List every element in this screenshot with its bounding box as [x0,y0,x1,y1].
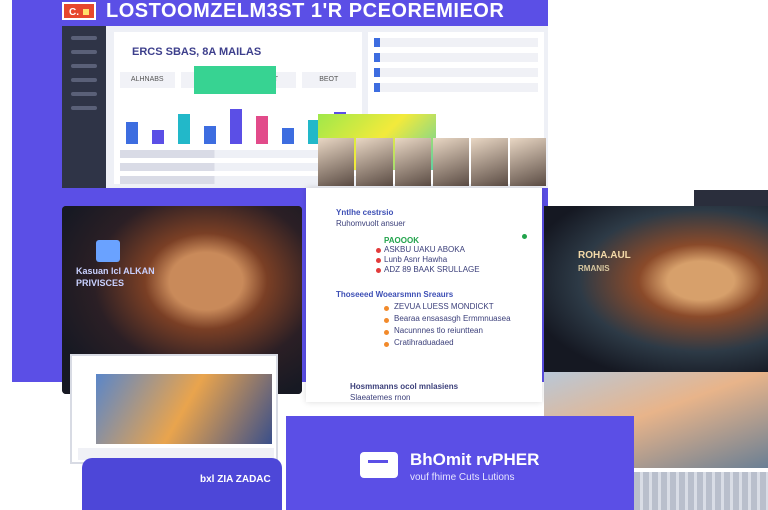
bullet-icon [384,330,389,335]
list-item[interactable] [374,83,538,92]
thumbnail[interactable] [471,138,508,186]
promo-left-label: bxl ZIA ZADAC [200,474,271,485]
bullet-icon [376,248,381,253]
bullet-icon [384,318,389,323]
sidebar-item[interactable] [71,64,97,68]
doc-footer: Hosmmanns ocol mnlasiens [350,382,459,391]
brand-logo[interactable]: C. [62,2,96,20]
list-item[interactable] [374,38,538,47]
bullet-icon [376,258,381,263]
doc-line: Bearaa ensasasgh Ermmnuasea [394,314,511,323]
thumbnail-strip [318,138,546,186]
thumbnail[interactable] [318,138,355,186]
highlight-tile[interactable] [194,66,276,94]
thumbnail[interactable] [509,138,546,186]
doc-line: Cratihraduadaed [394,338,454,347]
thumbnail[interactable] [394,138,431,186]
sidebar-item[interactable] [71,36,97,40]
mini-bar [282,128,294,144]
bullet-icon [384,342,389,347]
list-item[interactable] [374,53,538,62]
app-icon[interactable] [96,240,120,262]
doc-line: PAOOOK [384,236,419,245]
thumbnail[interactable] [432,138,470,186]
laptop-left-caption: Kasuan lcl ALKAN [76,266,155,276]
mini-bar [178,114,190,144]
thumbnail[interactable] [356,138,393,186]
sidebar-item[interactable] [71,50,97,54]
dashboard-preview: ERCS SBAS, 8A MAILAS ALHNABS CPCA TMUT B… [62,26,548,188]
logo-square-icon [83,9,89,16]
dashboard-sidebar [62,26,106,188]
artwork-image [544,206,768,372]
laptop-right-subtitle: RMANIS [578,264,610,273]
doc-subheading: Thoseeed Woearsmnn Sreaurs [336,290,454,299]
dashboard-heading: ERCS SBAS, 8A MAILAS [132,46,262,58]
doc-heading: Yntlhe cestrsio [336,208,394,217]
mini-bar [256,116,268,144]
sidebar-item[interactable] [71,92,97,96]
sidebar-item[interactable] [71,78,97,82]
stat-card[interactable]: ALHNABS [120,72,175,88]
mini-bar [126,122,138,144]
promo-subtitle: vouf fhime Cuts Lutions [410,472,515,483]
bullet-icon [376,268,381,273]
laptop-right-title: ROHA.AUL [578,250,631,261]
bullet-icon [384,306,389,311]
mini-bar [230,109,242,144]
doc-line: ASKBU UAKU ABOKA [384,245,465,254]
doc-line: ZEVUA LUESS MONDICKT [394,302,494,311]
doc-line: ADZ 89 BAAK SRULLAGE [384,265,480,274]
list-item[interactable] [374,68,538,77]
document-panel: Yntlhe cestrsio Ruhomvuolt ansuer PAOOOK… [306,188,542,402]
keyboard [634,472,768,510]
brand-logo-text: C. [69,7,79,18]
doc-line: Nacunnnes tlo reiunttean [394,326,483,335]
doc-line: Lunb Asnr Hawha [384,255,448,264]
page-title: LOSTOOMZELM3ST 1'R PCEOREMIEOR [106,0,505,22]
browser-icon [360,452,398,478]
mini-bar [152,130,164,144]
promo-title: BhOmit rvPHER [410,450,540,469]
small-screen [70,354,278,464]
doc-footer-line: Slaeatemes rnon [350,393,411,402]
photo-image [96,374,272,444]
stat-card[interactable]: BEOT [301,72,356,88]
mini-bar [204,126,216,144]
sidebar-item[interactable] [71,106,97,110]
laptop-left-caption-2: PRIVISCES [76,278,125,288]
laptop-right-screen: ROHA.AUL RMANIS [544,206,768,372]
doc-line: Ruhomvuolt ansuer [336,219,406,228]
status-dot-icon [522,234,527,239]
